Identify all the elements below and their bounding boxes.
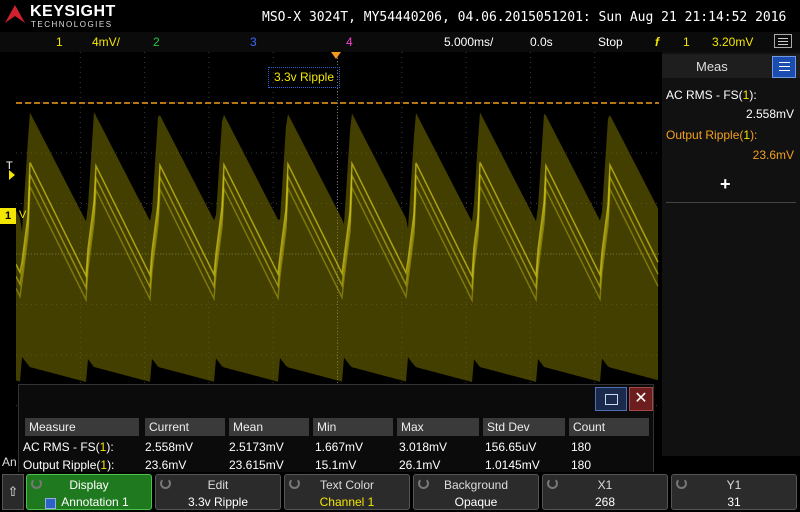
table-cell-stddev: 1.0145mV	[485, 458, 540, 472]
table-cell-mean: 23.615mV	[229, 458, 284, 472]
softkey-x1[interactable]: X1 268	[542, 474, 668, 510]
softkey-background[interactable]: Background Opaque	[413, 474, 539, 510]
softkey-value: Opaque	[454, 495, 498, 509]
channel-3-number[interactable]: 3	[250, 35, 257, 49]
channel-1-ground-marker[interactable]: 1	[0, 208, 16, 224]
table-cell-count: 180	[571, 440, 592, 454]
table-cell-measure-end: ):	[107, 458, 115, 472]
trigger-channel[interactable]: 1	[683, 35, 690, 49]
keysight-logo-icon	[5, 5, 25, 23]
brand-name: KEYSIGHT	[30, 3, 116, 20]
channel-1-scale[interactable]: 4mV/	[92, 35, 120, 49]
back-arrow-icon[interactable]: ⇧	[2, 474, 24, 510]
brand-subtitle: TECHNOLOGIES	[31, 20, 113, 29]
table-row-measure: AC RMS - FS(1):	[23, 440, 114, 454]
meas-divider	[666, 202, 796, 203]
status-bar: 1 4mV/ 2 3 4 5.000ms/ 0.0s Stop f 1 3.20…	[0, 32, 800, 52]
measurement-statistics-table: ✕ Measure Current Mean Min Max Std Dev C…	[18, 384, 654, 478]
meas-menu-button[interactable]	[772, 56, 796, 78]
trigger-position-marker[interactable]	[331, 52, 341, 59]
list-icon	[605, 394, 618, 405]
softkey-label: X1	[597, 478, 613, 492]
annotation-label[interactable]: 3.3v Ripple	[268, 67, 340, 88]
table-cell-measure: Output Ripple(	[23, 458, 101, 472]
table-cell-current: 2.558mV	[145, 440, 194, 454]
table-cell-stddev: 156.65uV	[485, 440, 537, 454]
table-menu-button[interactable]	[595, 387, 627, 411]
table-header-min: Min	[313, 418, 393, 436]
softkey-bar: ⇧ Display Annotation 1 Edit 3.3v Ripple …	[0, 472, 800, 512]
table-cell-count: 180	[571, 458, 592, 472]
table-cell-min: 1.667mV	[315, 440, 364, 454]
meas-item-label: Output Ripple(	[666, 128, 744, 142]
softkey-label: Background	[443, 478, 509, 492]
meas-item-label: AC RMS - FS(	[666, 88, 743, 102]
table-header-stddev: Std Dev	[483, 418, 565, 436]
meas-panel-header: Meas	[662, 54, 800, 78]
softkey-text-color[interactable]: Text Color Channel 1	[284, 474, 410, 510]
softkey-display[interactable]: Display Annotation 1	[26, 474, 152, 510]
brand-logo: KEYSIGHT TECHNOLOGIES	[4, 2, 134, 30]
run-state[interactable]: Stop	[598, 35, 623, 49]
table-header-measure: Measure	[25, 418, 139, 436]
table-cell-measure: AC RMS - FS(	[23, 440, 100, 454]
table-cell-min: 15.1mV	[315, 458, 357, 472]
instrument-title: MSO-X 3024T, MY54440206, 04.06.201505120…	[262, 10, 787, 25]
timebase-delay[interactable]: 0.0s	[530, 35, 553, 49]
channel-1-number[interactable]: 1	[56, 35, 63, 49]
trigger-level[interactable]: 3.20mV	[712, 35, 753, 49]
softkey-value: 3.3v Ripple	[187, 495, 249, 509]
table-cell-measure-end: ):	[106, 440, 114, 454]
trigger-level-arrow-icon[interactable]	[9, 170, 15, 180]
meas-item-label-end: ):	[750, 128, 758, 142]
meas-item-output-ripple-value: 23.6mV	[752, 148, 794, 162]
softkey-label: Y1	[726, 478, 742, 492]
menu-tab-label: An	[2, 455, 17, 469]
close-icon[interactable]: ✕	[629, 387, 653, 411]
softkey-value: 268	[594, 495, 616, 509]
channel-2-number[interactable]: 2	[153, 35, 160, 49]
softkey-value: 31	[727, 495, 741, 509]
table-header-current: Current	[145, 418, 225, 436]
channel-1-unit: V	[19, 209, 27, 221]
measurement-panel: Meas AC RMS - FS(1): 2.558mV Output Ripp…	[662, 52, 800, 456]
softkey-edit[interactable]: Edit 3.3v Ripple	[155, 474, 281, 510]
softkey-label: Edit	[207, 478, 229, 492]
table-header-count: Count	[569, 418, 649, 436]
table-cell-max: 26.1mV	[399, 458, 441, 472]
meas-item-label-end: ):	[749, 88, 757, 102]
add-measurement-button[interactable]: +	[720, 174, 731, 195]
softkey-label: Display	[69, 478, 109, 492]
timebase-scale[interactable]: 5.000ms/	[444, 35, 493, 49]
table-cell-max: 3.018mV	[399, 440, 448, 454]
meas-item-output-ripple[interactable]: Output Ripple(1):	[666, 128, 796, 142]
meas-panel-title: Meas	[696, 59, 728, 74]
meas-item-ac-rms-value: 2.558mV	[745, 107, 794, 121]
header: KEYSIGHT TECHNOLOGIES MSO-X 3024T, MY544…	[0, 0, 800, 32]
softkey-y1[interactable]: Y1 31	[671, 474, 797, 510]
table-row-measure: Output Ripple(1):	[23, 458, 114, 472]
table-header-max: Max	[397, 418, 479, 436]
softkey-label: Text Color	[319, 478, 375, 492]
table-header-mean: Mean	[229, 418, 309, 436]
softkey-value: Annotation 1	[61, 495, 129, 509]
channel-4-number[interactable]: 4	[346, 35, 353, 49]
meas-item-ac-rms[interactable]: AC RMS - FS(1):	[666, 88, 796, 102]
rising-edge-icon: f	[655, 35, 659, 49]
table-cell-mean: 2.5173mV	[229, 440, 284, 454]
list-icon[interactable]	[774, 34, 792, 48]
table-cell-current: 23.6mV	[145, 458, 187, 472]
softkey-value: Channel 1	[319, 495, 375, 509]
